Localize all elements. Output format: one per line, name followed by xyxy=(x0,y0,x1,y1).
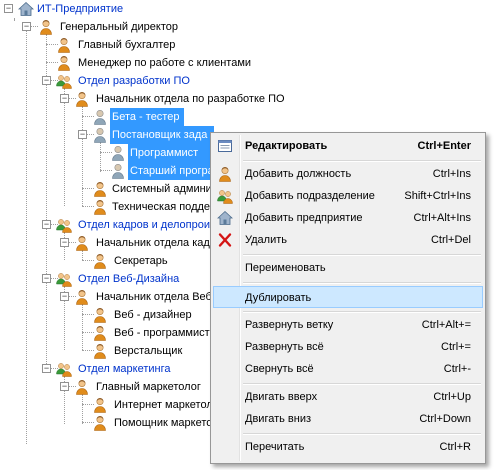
tree-node-label: Техническая подде xyxy=(112,201,211,213)
person-icon xyxy=(110,145,126,161)
tree-node-label: Главный маркетолог xyxy=(96,381,201,393)
menu-item-duplicate[interactable]: Дублировать xyxy=(213,286,483,308)
tree-node-label: Постановщик зада xyxy=(110,126,214,144)
menu-item-edit[interactable]: Редактировать Ctrl+Enter xyxy=(213,135,483,157)
person-icon xyxy=(38,19,54,35)
collapse-toggle[interactable]: − xyxy=(42,364,51,373)
department-icon xyxy=(56,73,72,89)
tree-node-label: Бета - тестер xyxy=(110,108,184,126)
menu-separator xyxy=(243,160,481,162)
person-icon xyxy=(92,415,108,431)
tree-node[interactable]: − Отдел разработки ПО xyxy=(0,72,300,90)
menu-separator xyxy=(243,311,481,313)
collapse-toggle[interactable]: − xyxy=(4,4,13,13)
collapse-toggle[interactable]: − xyxy=(60,292,69,301)
tree-node[interactable]: Менеджер по работе с клиентами xyxy=(0,54,300,72)
menu-item-add-position[interactable]: Добавить должность Ctrl+Ins xyxy=(213,163,483,185)
context-menu: Редактировать Ctrl+Enter Добавить должно… xyxy=(210,132,486,464)
menu-item-expand-branch[interactable]: Развернуть ветку Ctrl+Alt+= xyxy=(213,314,483,336)
add-company-icon xyxy=(217,210,233,226)
collapse-toggle[interactable]: − xyxy=(42,274,51,283)
tree-node-root[interactable]: − ИТ-Предприятие xyxy=(0,0,200,18)
tree-node-label: Отдел разработки ПО xyxy=(78,75,190,87)
person-icon xyxy=(92,109,108,125)
person-icon xyxy=(92,307,108,323)
menu-item-add-department[interactable]: Добавить подразделение Shift+Ctrl+Ins xyxy=(213,185,483,207)
collapse-toggle[interactable]: − xyxy=(42,76,51,85)
collapse-toggle[interactable]: − xyxy=(78,130,87,139)
menu-item-expand-all[interactable]: Развернуть всё Ctrl+= xyxy=(213,336,483,358)
tree-node-label: Отдел Веб-Дизайна xyxy=(78,273,180,285)
tree-node[interactable]: − Генеральный директор xyxy=(0,18,300,36)
person-icon xyxy=(56,37,72,53)
tree-node-label: Менеджер по работе с клиентами xyxy=(78,57,252,69)
person-icon xyxy=(56,55,72,71)
tree-node[interactable]: Бета - тестер xyxy=(0,108,300,126)
menu-item-collapse-all[interactable]: Свернуть всё Ctrl+- xyxy=(213,358,483,380)
department-icon xyxy=(56,217,72,233)
menu-item-add-company[interactable]: Добавить предприятие Ctrl+Alt+Ins xyxy=(213,207,483,229)
person-icon xyxy=(74,91,90,107)
department-icon xyxy=(56,271,72,287)
delete-x-icon xyxy=(217,232,233,248)
add-person-icon xyxy=(217,166,233,182)
tree-node-label: Верстальщик xyxy=(114,345,183,357)
tree-node-label: Веб - программист xyxy=(114,327,210,339)
tree-node-label: Веб - дизайнер xyxy=(114,309,192,321)
tree-node-label: Начальник отдела по разработке ПО xyxy=(96,93,285,105)
menu-item-reload[interactable]: Перечитать Ctrl+R xyxy=(213,436,483,458)
collapse-toggle[interactable]: − xyxy=(22,22,31,31)
menu-item-rename[interactable]: Переименовать xyxy=(213,257,483,279)
menu-separator xyxy=(243,383,481,385)
person-icon xyxy=(92,181,108,197)
tree-node-label: Начальник отдела кадр xyxy=(96,237,216,249)
menu-item-move-up[interactable]: Двигать вверх Ctrl+Up xyxy=(213,386,483,408)
tree-node-label: ИТ-Предприятие xyxy=(37,3,124,15)
tree-node-label: Главный бухгалтер xyxy=(78,39,176,51)
menu-separator xyxy=(243,254,481,256)
person-icon xyxy=(74,235,90,251)
menu-item-move-down[interactable]: Двигать вниз Ctrl+Down xyxy=(213,408,483,430)
collapse-toggle[interactable]: − xyxy=(42,220,51,229)
company-icon xyxy=(18,1,34,17)
person-icon xyxy=(92,343,108,359)
collapse-toggle[interactable]: − xyxy=(60,94,69,103)
person-icon xyxy=(92,253,108,269)
person-icon xyxy=(92,127,108,143)
tree-node-label: Старший програ xyxy=(128,162,214,180)
tree-node-label: Отдел маркетинга xyxy=(78,363,171,375)
collapse-toggle[interactable]: − xyxy=(60,382,69,391)
person-icon xyxy=(74,379,90,395)
menu-separator xyxy=(243,433,481,435)
tree-node-label: Отдел кадров и делопрои xyxy=(78,219,210,231)
tree-node-label: Системный админи xyxy=(112,183,212,195)
tree-node-label: Интернет маркетол xyxy=(114,399,213,411)
tree-node-label: Программист xyxy=(128,144,212,162)
tree-node-label: Генеральный директор xyxy=(60,21,178,33)
tree-node-label: Начальник отдела Веб xyxy=(96,291,212,303)
person-icon xyxy=(92,199,108,215)
add-group-icon xyxy=(217,188,233,204)
collapse-toggle[interactable]: − xyxy=(60,238,69,247)
person-icon xyxy=(92,397,108,413)
person-icon xyxy=(92,325,108,341)
tree-node[interactable]: − Начальник отдела по разработке ПО xyxy=(0,90,300,108)
menu-separator xyxy=(243,282,481,284)
person-icon xyxy=(74,289,90,305)
menu-item-delete[interactable]: Удалить Ctrl+Del xyxy=(213,229,483,251)
tree-node-label: Секретарь xyxy=(114,255,168,267)
tree-node[interactable]: Главный бухгалтер xyxy=(0,36,300,54)
edit-form-icon xyxy=(217,138,233,154)
department-icon xyxy=(56,361,72,377)
tree-node-label: Помощник маркето xyxy=(114,417,213,429)
person-icon xyxy=(110,163,126,179)
